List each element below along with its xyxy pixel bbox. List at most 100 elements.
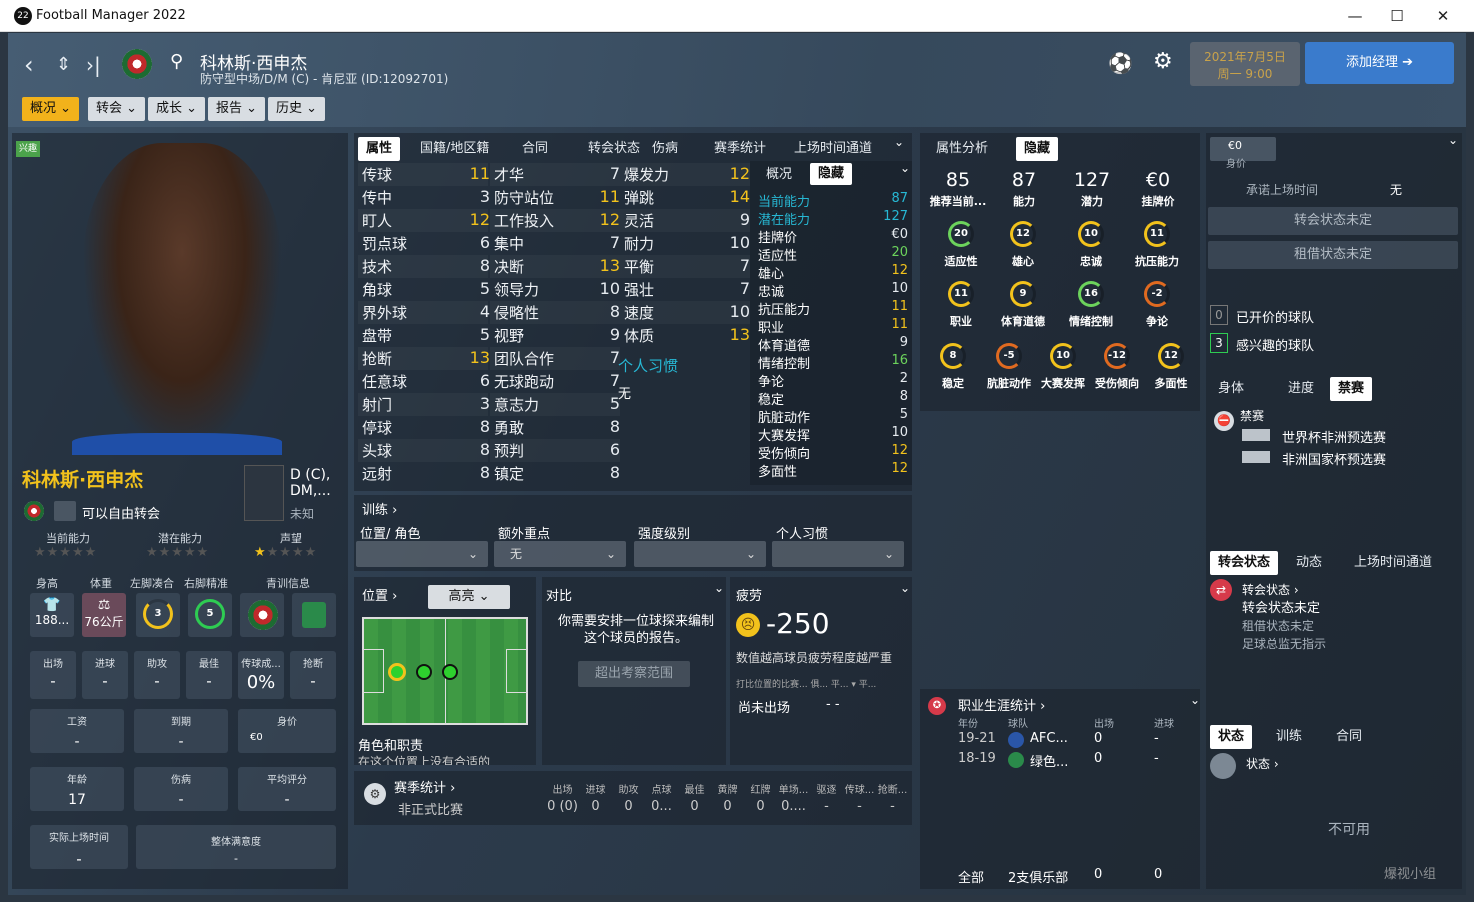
weight-card[interactable]: ⚖ 76公斤 [82, 593, 126, 637]
add-manager-button[interactable]: 添加经理 ➔ [1305, 42, 1454, 84]
stat-card-2[interactable]: 助攻 - [134, 651, 180, 699]
club-crest-icon[interactable] [122, 49, 152, 79]
fatigue-chevron-icon[interactable]: ⌄ [900, 581, 910, 595]
season-val-4: 0 [690, 799, 699, 814]
analysis-tab-attrs[interactable]: 属性分析 [928, 137, 996, 161]
season-gear-icon[interactable]: ⚙ [364, 783, 386, 805]
attr-tab-3[interactable]: 转会状态 [580, 137, 648, 161]
forward-end-icon[interactable]: ›| [86, 51, 101, 79]
menu-transfer[interactable]: 转会 ⌄ [88, 97, 146, 121]
playtime-card[interactable]: 实际上场时间 - [30, 825, 128, 869]
hidden-value-0: 87 [891, 191, 908, 206]
satisfaction-card[interactable]: 整体满意度 - [136, 825, 336, 869]
out-of-range-button[interactable]: 超出考察范围 [578, 661, 690, 687]
maximize-button[interactable]: ☐ [1382, 4, 1412, 28]
transfer-undecided-button[interactable]: 转会状态未定 [1208, 207, 1458, 235]
training-title[interactable]: 训练 › [362, 499, 397, 518]
training-dropdown-chevron-icon-1: ⌄ [605, 547, 616, 561]
menu-report[interactable]: 报告 ⌄ [208, 97, 266, 121]
stat-card-4[interactable]: 传球成... 0% [238, 651, 284, 699]
injury-card[interactable]: 伤病 - [134, 767, 228, 811]
hidden-name-0: 当前能力 [758, 195, 811, 210]
menu-overview[interactable]: 概况 ⌄ [22, 97, 80, 121]
stat-card-5[interactable]: 抢断 - [290, 651, 336, 699]
career-goals-0: - [1154, 731, 1159, 746]
training-dropdown-3[interactable]: ⌄ [772, 541, 904, 567]
career-title[interactable]: 职业生涯统计 › [958, 695, 1045, 714]
value-card[interactable]: 身价 €0 [238, 709, 336, 753]
position-title[interactable]: 位置 › [362, 585, 397, 604]
career-chevron-icon[interactable]: ⌄ [1190, 693, 1200, 707]
bids-label[interactable]: 已开价的球队 [1236, 307, 1314, 326]
youth-nation-card[interactable] [292, 593, 336, 637]
left-foot-card[interactable]: 3 [136, 593, 180, 637]
attr-tab-6[interactable]: 上场时间通道 [786, 137, 880, 161]
attr-tab-0[interactable]: 属性 [358, 137, 401, 161]
rating-card[interactable]: 平均评分 - [238, 767, 336, 811]
stat-card-0[interactable]: 出场 - [30, 651, 76, 699]
close-button[interactable]: ✕ [1428, 4, 1458, 28]
attr-tab-2[interactable]: 合同 [514, 137, 556, 161]
attr-tab-5[interactable]: 赛季统计 [706, 137, 774, 161]
season-title[interactable]: 赛季统计 › [394, 777, 455, 796]
mental-name-10: 意志力 [494, 396, 540, 414]
mental-value-10: 5 [609, 394, 620, 413]
stat-card-1[interactable]: 进球 - [82, 651, 128, 699]
attr-tab-1[interactable]: 国籍/地区籍 [412, 137, 497, 161]
right-tab-1[interactable]: 进度 [1280, 377, 1322, 401]
interest-label[interactable]: 感兴趣的球队 [1236, 335, 1314, 354]
rating-value: - [284, 792, 290, 808]
hidden-tab-overview[interactable]: 概况 [758, 163, 800, 187]
training-dropdown-1[interactable]: 无 ⌄ [494, 541, 626, 567]
hidden-value-13: 10 [891, 425, 908, 440]
menu-development[interactable]: 成长 ⌄ [148, 97, 206, 121]
search-icon[interactable]: ⚲ [170, 51, 183, 72]
loan-undecided-button[interactable]: 租借状态未定 [1208, 241, 1458, 269]
training-dropdown-2[interactable]: ⌄ [634, 541, 766, 567]
hidden-chevron-icon[interactable]: ⌄ [900, 161, 910, 175]
ts-tab-2[interactable]: 上场时间通道 [1346, 551, 1440, 575]
pitch-diagram [362, 617, 528, 725]
right-tab-0[interactable]: 身体 [1210, 377, 1252, 401]
back-icon[interactable]: ‹ [24, 51, 34, 79]
right-top-chevron-icon[interactable]: ⌄ [1448, 133, 1458, 147]
career-col-2: 出场 [1094, 719, 1114, 730]
stat-card-3[interactable]: 最佳 - [186, 651, 232, 699]
career-club-0[interactable]: AFC... [1030, 731, 1068, 746]
fatigue-title: 疲劳 [736, 589, 763, 604]
up-down-icon[interactable]: ⇕ [56, 51, 71, 79]
minimize-button[interactable]: — [1340, 4, 1370, 28]
height-value: 188... [34, 613, 70, 627]
menu-history[interactable]: 历史 ⌄ [268, 97, 326, 121]
expire-card[interactable]: 到期 - [134, 709, 228, 753]
ts-tab-0[interactable]: 转会状态 [1210, 551, 1279, 575]
age-card[interactable]: 年龄 17 [30, 767, 124, 811]
youth-club-card[interactable] [240, 593, 284, 637]
height-card[interactable]: 👕 188... [30, 593, 74, 637]
right-foot-card[interactable]: 5 [188, 593, 232, 637]
training-dropdown-0[interactable]: ⌄ [356, 541, 488, 567]
attr-tab-4[interactable]: 伤病 [644, 137, 686, 161]
attr-chevron-icon[interactable]: ⌄ [894, 135, 904, 149]
status-tab-2[interactable]: 合同 [1328, 725, 1370, 749]
ts-title[interactable]: 转会状态 › [1242, 581, 1299, 598]
compare-chevron-icon[interactable]: ⌄ [714, 581, 724, 595]
right-tab-2[interactable]: 禁赛 [1330, 377, 1373, 401]
highlight-dropdown[interactable]: 高亮 ⌄ [428, 585, 510, 609]
football-icon[interactable]: ⚽ [1108, 51, 1133, 75]
gauge-label-8: 稳定 [942, 377, 964, 390]
hidden-tab-hidden[interactable]: 隐藏 [810, 163, 853, 185]
status-tab-0[interactable]: 状态 [1210, 725, 1253, 749]
season-val-5: 0 [723, 799, 732, 814]
ts-tab-1[interactable]: 动态 [1288, 551, 1330, 575]
status-link[interactable]: 状态 › [1246, 755, 1279, 772]
status-tab-1[interactable]: 训练 [1268, 725, 1310, 749]
right-foot-label: 右脚精准 [184, 577, 228, 590]
physical-name-4: 平衡 [624, 258, 655, 276]
analysis-tab-hidden[interactable]: 隐藏 [1016, 137, 1059, 161]
expire-value: - [178, 734, 184, 750]
wage-card[interactable]: 工资 - [30, 709, 124, 753]
career-club-1[interactable]: 绿色... [1030, 751, 1068, 770]
date-display[interactable]: 2021年7月5日 周一 9:00 [1190, 42, 1300, 86]
gear-icon[interactable]: ⚙ [1153, 49, 1173, 74]
